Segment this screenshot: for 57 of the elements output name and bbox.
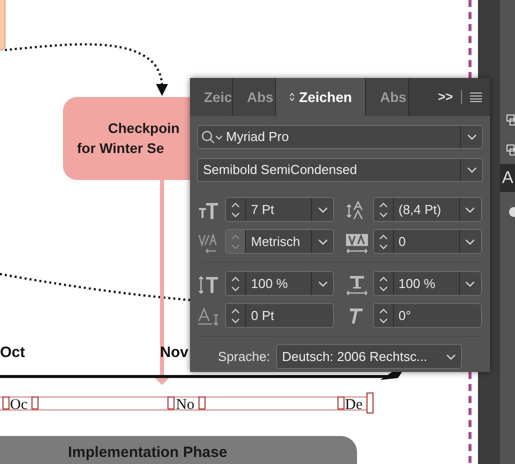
up-down-arrows-icon <box>231 202 240 218</box>
value-field[interactable]: 100 % <box>372 271 482 296</box>
chevron-down-icon <box>465 238 475 244</box>
field-value: 100 % <box>398 274 436 293</box>
field-value: Metrisch <box>250 232 302 251</box>
field-value: (8,4 Pt) <box>398 200 442 219</box>
frame-text: No <box>176 396 194 415</box>
chevron-down-icon <box>465 280 475 286</box>
value-field[interactable]: (8,4 Pt) <box>372 197 482 222</box>
type-tool[interactable]: A <box>500 164 515 192</box>
layers-icon[interactable] <box>506 144 515 156</box>
up-down-arrows-icon <box>231 276 240 292</box>
box-text: Implementation Phase <box>68 443 228 463</box>
language-dropdown[interactable]: Deutsch: 2006 Rechtsc... <box>276 344 462 369</box>
month-label: Nov <box>160 343 188 363</box>
menu-icon[interactable] <box>470 92 482 102</box>
skew-icon <box>349 307 364 324</box>
sort-icon <box>289 92 296 102</box>
chevron-down-icon <box>318 206 328 212</box>
chevron-down-icon <box>465 206 475 212</box>
frame-text: Oc <box>10 396 28 415</box>
value-field[interactable]: 0 <box>372 229 482 254</box>
up-down-arrows-icon <box>378 308 388 324</box>
font-family-field[interactable]: Myriad Pro <box>197 125 483 149</box>
chevron-down-icon <box>318 280 328 286</box>
field-value: 100 % <box>250 274 289 293</box>
field-value: 0 <box>398 232 407 251</box>
frame-text: De <box>345 396 362 415</box>
font-style-field[interactable]: Semibold SemiCondensed <box>197 158 483 182</box>
value-field[interactable]: 7 Pt <box>225 197 334 222</box>
box-text: Checkpoin <box>108 120 180 136</box>
field-value: 0° <box>398 306 412 325</box>
up-down-arrows-icon <box>231 234 240 250</box>
up-down-arrows-icon <box>231 308 240 324</box>
month-label: Oct <box>0 343 26 363</box>
field-value: Deutsch: 2006 Rechtsc... <box>282 348 428 366</box>
panel-tab[interactable]: Zeichen <box>276 78 366 116</box>
chevron-down-icon <box>466 167 476 173</box>
search-icon <box>201 130 223 144</box>
chevron-down-icon <box>318 238 328 244</box>
up-down-arrows-icon <box>378 276 388 292</box>
field-value: 0 Pt <box>250 306 276 325</box>
field-value: Semibold SemiCondensed <box>202 161 358 180</box>
up-down-arrows-icon <box>378 234 388 250</box>
value-field[interactable]: 0° <box>372 303 482 328</box>
value-field[interactable]: 0 Pt <box>225 303 334 328</box>
chevron-down-icon <box>446 354 456 360</box>
language-label: Sprache: <box>218 348 270 366</box>
layers-icon[interactable] <box>506 114 515 126</box>
field-value: 7 Pt <box>250 200 276 219</box>
chevron-down-icon <box>466 134 476 140</box>
up-down-arrows-icon <box>378 202 388 218</box>
value-field[interactable]: 100 % <box>225 271 334 296</box>
diagram-node <box>0 0 6 50</box>
field-value: Myriad Pro <box>225 128 290 146</box>
overflow-button[interactable]: >> <box>438 87 453 107</box>
box-text: for Winter Se <box>77 140 164 156</box>
